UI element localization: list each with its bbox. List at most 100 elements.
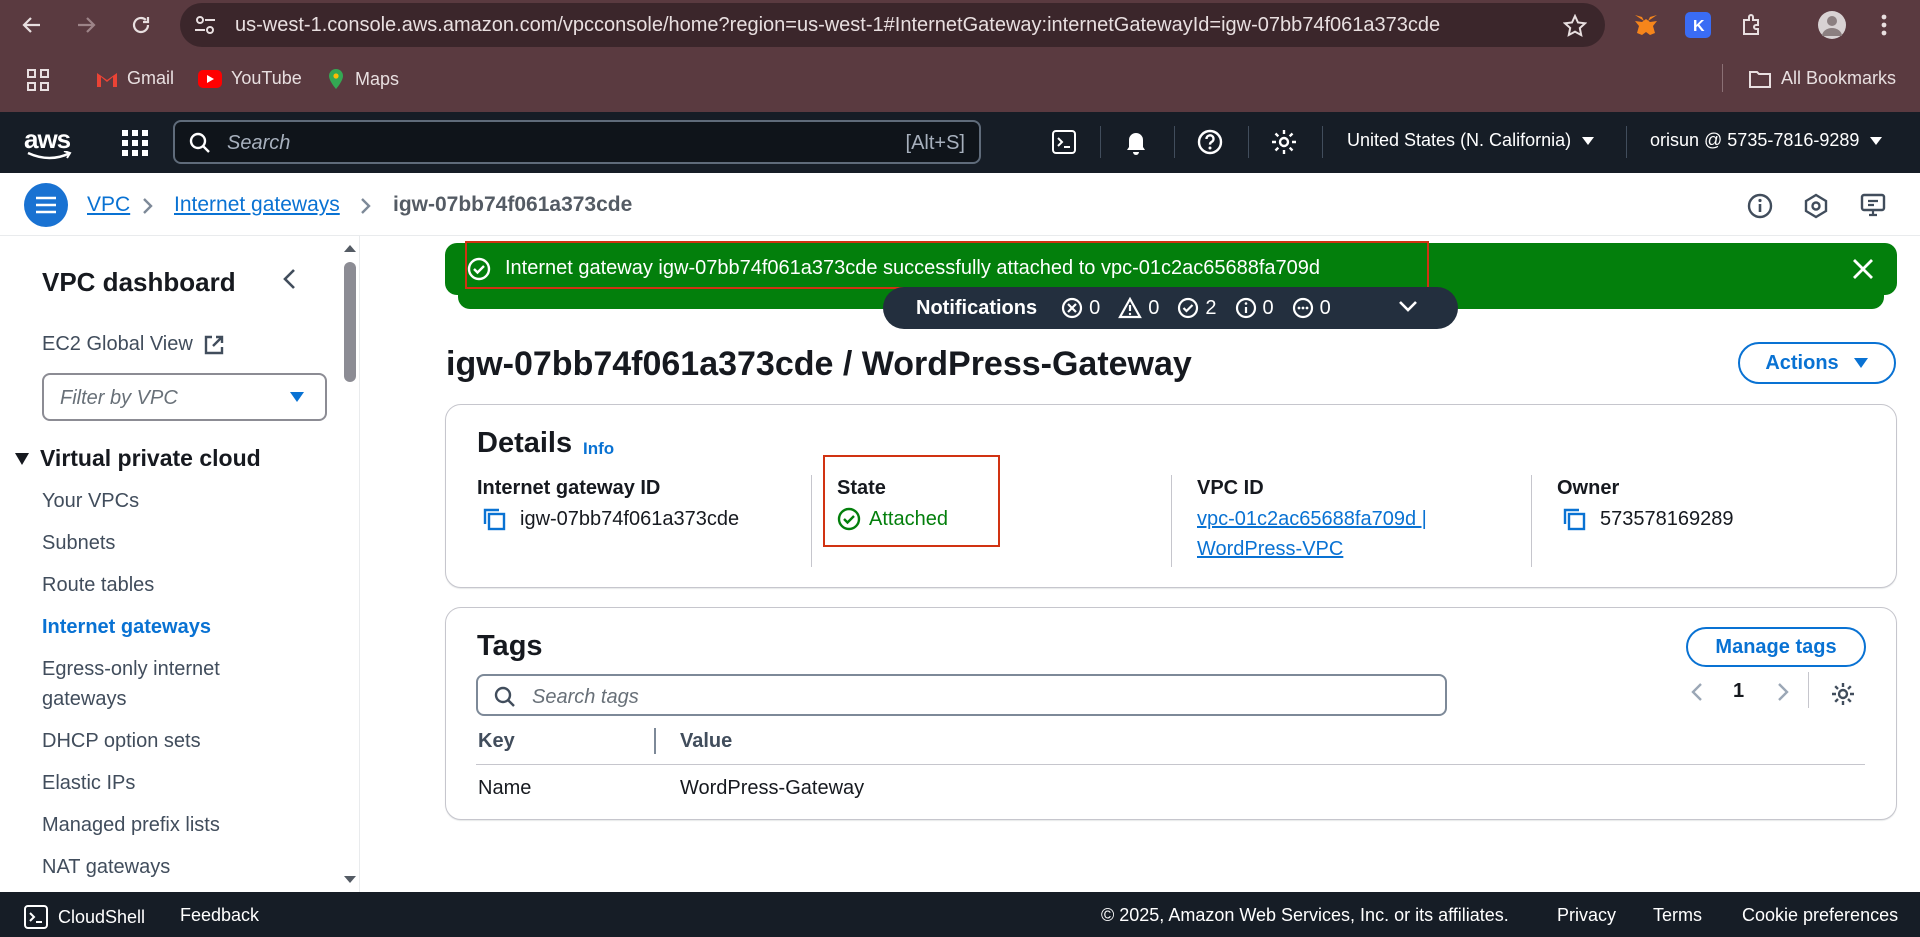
vpc-name-link[interactable]: WordPress-VPC — [1197, 534, 1343, 564]
cloudshell-label: CloudShell — [58, 906, 146, 927]
bookmark-youtube[interactable]: YouTube — [198, 68, 302, 89]
metamask-extension-icon[interactable] — [1630, 9, 1662, 41]
extensions-puzzle-icon[interactable] — [1736, 9, 1768, 41]
caret-down-icon — [15, 452, 29, 465]
header-divider — [1174, 126, 1175, 158]
bookmarks-bar: Gmail YouTube Maps All Bookmarks — [0, 58, 1920, 102]
bookmark-gmail-label: Gmail — [127, 68, 175, 88]
sidebar-item-internet-gateways[interactable]: Internet gateways — [42, 612, 272, 642]
back-icon[interactable] — [16, 9, 48, 41]
copy-icon[interactable] — [482, 507, 506, 531]
k-extension-icon[interactable]: K — [1682, 9, 1714, 41]
profile-avatar[interactable] — [1816, 9, 1848, 41]
column-resizer[interactable] — [654, 728, 656, 754]
notif-success-count[interactable]: 2 — [1177, 297, 1217, 320]
sidebar-section-virtual-private-cloud[interactable]: Virtual private cloud — [14, 445, 261, 472]
apps-grid-icon[interactable] — [26, 68, 50, 92]
table-header-divider — [476, 764, 1865, 765]
collapse-sidebar-icon[interactable] — [282, 268, 298, 290]
actions-button[interactable]: Actions — [1738, 342, 1896, 384]
services-grid-icon[interactable] — [122, 130, 148, 156]
region-selector[interactable]: United States (N. California) — [1347, 130, 1595, 151]
sidebar-scrollbar[interactable] — [340, 236, 360, 892]
search-icon — [189, 132, 211, 154]
sidebar-item-egress-only-internet-gateways[interactable]: Egress-only internet gateways — [42, 654, 272, 714]
sidebar-item-elastic-ips[interactable]: Elastic IPs — [42, 768, 272, 798]
breadcrumb-internet-gateways[interactable]: Internet gateways — [174, 193, 340, 217]
vpc-id-link[interactable]: vpc-01c2ac65688fa709d | — [1197, 504, 1427, 534]
column-divider — [1171, 475, 1172, 567]
column-header-key[interactable]: Key — [478, 730, 515, 753]
notifications-bell-icon[interactable] — [1120, 126, 1152, 158]
aws-console-header: aws Search [Alt+S] United States (N. Cal… — [0, 112, 1920, 173]
help-icon[interactable] — [1194, 126, 1226, 158]
info-panel-icon[interactable] — [1744, 190, 1776, 222]
search-placeholder: Search — [227, 132, 291, 154]
hamburger-icon — [36, 196, 56, 214]
cookie-preferences-link[interactable]: Cookie preferences — [1742, 905, 1898, 926]
column-header-value[interactable]: Value — [680, 730, 732, 753]
sidebar-item-managed-prefix-lists[interactable]: Managed prefix lists — [42, 810, 272, 840]
copy-icon[interactable] — [1562, 507, 1586, 531]
in-progress-icon — [1292, 297, 1313, 319]
table-cell-value: WordPress-Gateway — [680, 777, 865, 799]
tags-search-input[interactable]: Search tags — [476, 674, 1447, 716]
sidebar-item-nat-gateways[interactable]: NAT gateways — [42, 852, 272, 882]
search-icon — [494, 686, 516, 708]
settings-gear-icon[interactable] — [1268, 126, 1300, 158]
notif-error-count[interactable]: 0 — [1061, 297, 1100, 320]
details-info-link[interactable]: Info — [583, 439, 614, 459]
sidebar-item-subnets[interactable]: Subnets — [42, 528, 272, 558]
notif-error-value: 0 — [1089, 296, 1101, 319]
notif-warning-value: 0 — [1148, 296, 1160, 319]
side-nav-toggle-button[interactable] — [24, 183, 68, 227]
address-bar[interactable]: us-west-1.console.aws.amazon.com/vpccons… — [180, 3, 1605, 47]
notif-warning-count[interactable]: 0 — [1118, 297, 1159, 320]
next-page-icon[interactable] — [1776, 682, 1790, 702]
close-icon[interactable] — [1851, 257, 1875, 281]
current-page[interactable]: 1 — [1733, 680, 1744, 703]
security-hexagon-icon[interactable] — [1800, 190, 1832, 222]
browser-chrome: us-west-1.console.aws.amazon.com/vpccons… — [0, 0, 1920, 112]
site-settings-icon[interactable] — [192, 13, 218, 37]
vpc-filter-select[interactable]: Filter by VPC — [42, 373, 327, 421]
bookmark-star-icon[interactable] — [1563, 14, 1587, 38]
igw-id-value: igw-07bb74f061a373cde — [482, 507, 739, 531]
account-menu[interactable]: orisun @ 5735-7816-9289 — [1650, 130, 1883, 151]
bookmark-gmail[interactable]: Gmail — [96, 68, 174, 89]
sidebar-item-dhcp-option-sets[interactable]: DHCP option sets — [42, 726, 272, 756]
all-bookmarks[interactable]: All Bookmarks — [1748, 68, 1896, 89]
browser-menu-icon[interactable] — [1868, 9, 1900, 41]
table-settings-gear-icon[interactable] — [1830, 681, 1856, 707]
chevron-down-icon[interactable] — [1398, 299, 1418, 313]
bookmarks-divider — [1722, 64, 1723, 92]
notif-in-progress-count[interactable]: 0 — [1292, 297, 1331, 320]
scroll-thumb[interactable] — [344, 262, 356, 382]
reload-icon[interactable] — [125, 9, 157, 41]
bookmark-maps[interactable]: Maps — [326, 68, 399, 90]
feedback-link[interactable]: Feedback — [180, 905, 259, 926]
sidebar-title[interactable]: VPC dashboard — [42, 267, 236, 298]
notifications-label: Notifications — [916, 296, 1038, 319]
console-search-input[interactable]: Search [Alt+S] — [173, 120, 981, 164]
breadcrumb-vpc[interactable]: VPC — [87, 193, 130, 217]
region-label: United States (N. California) — [1347, 130, 1572, 150]
sidebar-item-your-vpcs[interactable]: Your VPCs — [42, 486, 272, 516]
privacy-link[interactable]: Privacy — [1557, 905, 1616, 926]
monitor-feedback-icon[interactable] — [1858, 190, 1890, 222]
details-title: Details — [477, 427, 573, 459]
cloudshell-footer-button[interactable]: CloudShell — [24, 905, 145, 929]
scroll-down-icon — [344, 876, 356, 883]
account-label: orisun @ 5735-7816-9289 — [1650, 130, 1860, 150]
notifications-bar[interactable]: Notifications 0 0 2 0 0 — [883, 287, 1458, 329]
ec2-global-view-link[interactable]: EC2 Global View — [42, 333, 225, 356]
column-divider — [1531, 475, 1532, 567]
terms-link[interactable]: Terms — [1653, 905, 1702, 926]
info-icon — [1235, 297, 1256, 319]
notif-info-count[interactable]: 0 — [1235, 297, 1274, 320]
forward-icon[interactable] — [70, 9, 102, 41]
manage-tags-button[interactable]: Manage tags — [1686, 627, 1866, 667]
sidebar-item-route-tables[interactable]: Route tables — [42, 570, 272, 600]
prev-page-icon[interactable] — [1690, 682, 1704, 702]
cloudshell-icon[interactable] — [1048, 126, 1080, 158]
